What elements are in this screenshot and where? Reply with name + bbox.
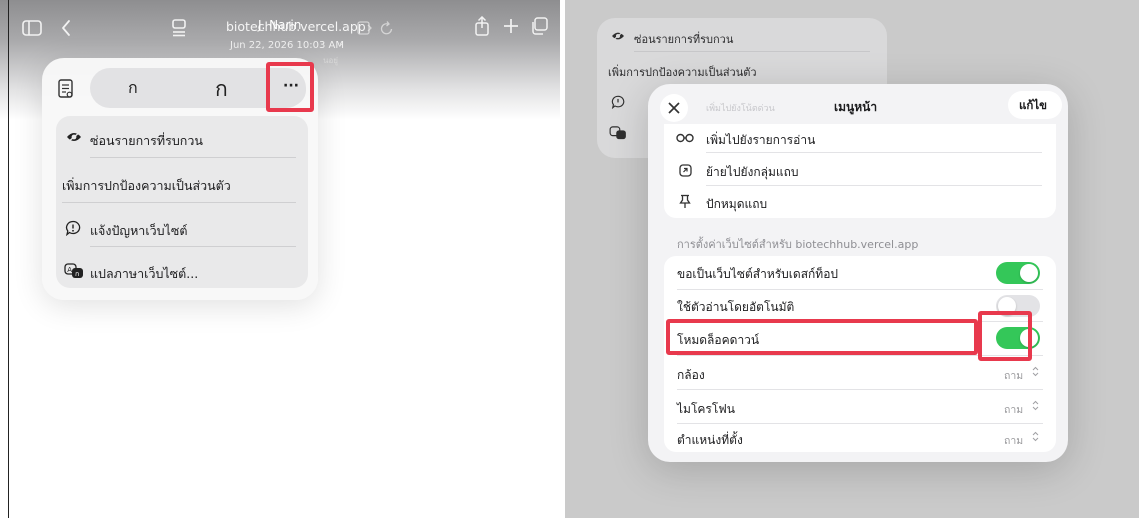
action-pin-tab[interactable]: ปักหมุดแถบ — [706, 195, 767, 214]
edit-button[interactable]: แก้ไข — [1008, 91, 1062, 119]
menu-item-translate[interactable]: แปลภาษาเว็บไซต์... — [90, 264, 198, 284]
camera-value[interactable]: ถาม — [1004, 367, 1023, 384]
reading-list-icon — [676, 133, 694, 143]
increase-font-button[interactable]: ก — [215, 73, 228, 106]
back-chevron-icon[interactable] — [60, 19, 72, 37]
close-button[interactable] — [660, 94, 688, 122]
reload-icon[interactable] — [380, 20, 394, 36]
svg-text:A: A — [67, 266, 72, 274]
share-icon[interactable] — [474, 16, 490, 36]
plus-icon[interactable] — [503, 18, 519, 34]
setting-request-desktop: ขอเป็นเว็บไซต์สำหรับเดสก์ท็อป — [677, 267, 839, 281]
setting-location: ตำแหน่งที่ตั้ง — [677, 433, 743, 447]
toggle-request-desktop[interactable] — [996, 262, 1040, 284]
setting-auto-reader: ใช้ตัวอ่านโดยอัตโนมัติ — [677, 300, 795, 314]
timestamp: Jun 22, 2026 10:03 AM — [230, 40, 344, 51]
row-divider — [677, 289, 1043, 290]
menu-divider — [62, 202, 296, 203]
microphone-value[interactable]: ถาม — [1004, 401, 1023, 418]
setting-microphone: ไมโครโฟน — [677, 402, 736, 416]
edit-button-label: แก้ไข — [1019, 98, 1048, 112]
move-to-tab-group-icon — [679, 164, 692, 177]
row-divider — [677, 389, 1043, 390]
faded-title: เพิ่มไปยังโน้ตด่วน — [706, 104, 775, 114]
row-divider — [706, 152, 1042, 153]
menu-divider — [90, 157, 296, 158]
decrease-font-button[interactable]: ก — [128, 76, 138, 101]
menu-item-report-issue[interactable]: แจ้งปัญหาเว็บไซต์ — [90, 221, 187, 241]
translate-icon: Aก — [64, 263, 84, 279]
setting-camera: กล้อง — [677, 368, 705, 382]
sheet-title: เมนูหน้า — [834, 100, 878, 114]
reader-icon[interactable] — [58, 79, 74, 99]
row-divider — [677, 423, 1043, 424]
page-settings-icon[interactable] — [171, 19, 187, 37]
highlight-lockdown-toggle — [978, 311, 1032, 361]
menu-item-hide-distractions[interactable]: ซ่อนรายการที่รบกวน — [90, 131, 203, 151]
menu-divider — [90, 246, 296, 247]
hide-distractions-icon — [66, 130, 82, 144]
action-move-to-tab-group[interactable]: ย้ายไปยังกลุ่มแถบ — [706, 163, 799, 182]
location-value[interactable]: ถาม — [1004, 432, 1023, 449]
extension-icon[interactable] — [357, 21, 373, 35]
highlight-lockdown-row — [666, 319, 978, 355]
chevron-updown-icon — [1032, 431, 1039, 442]
row-divider — [706, 185, 1042, 186]
sidebar-icon[interactable] — [22, 20, 42, 36]
chevron-updown-icon — [1032, 400, 1039, 411]
left-edge-divider — [8, 0, 9, 518]
report-issue-icon — [65, 220, 81, 236]
overlay-fragment: นอยู่ — [323, 56, 338, 65]
settings-header: การตั้งค่าเว็บไซต์สำหรับ biotechhub.verc… — [677, 238, 919, 251]
svg-text:ก: ก — [75, 270, 79, 278]
menu-item-privacy-protection[interactable]: เพิ่มการปกป้องความเป็นส่วนตัว — [62, 176, 231, 196]
pin-icon — [679, 194, 691, 209]
action-add-reading-list[interactable]: เพิ่มไปยังรายการอ่าน — [706, 131, 815, 150]
highlight-more-button — [266, 62, 314, 112]
chevron-right-icon: › — [339, 40, 343, 50]
chevron-updown-icon — [1032, 366, 1039, 377]
tabs-icon[interactable] — [530, 17, 548, 35]
overlay-name: J. Narin — [258, 18, 302, 32]
